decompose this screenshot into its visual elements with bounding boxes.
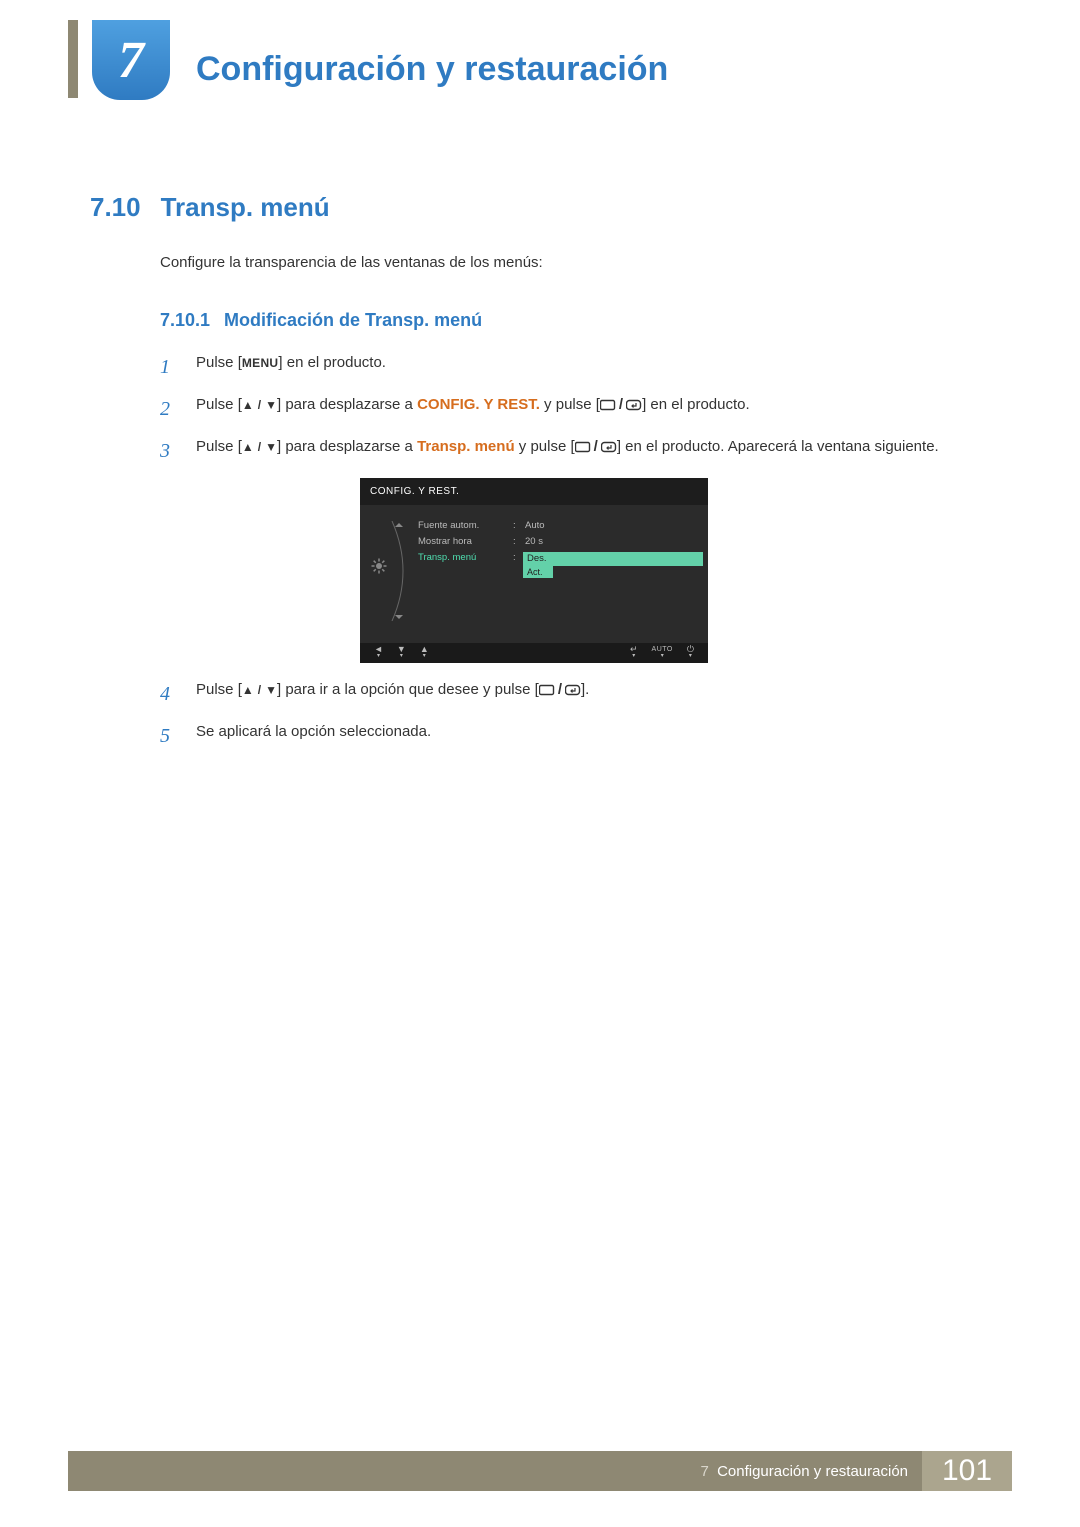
text-fragment: Pulse [ — [196, 438, 242, 455]
colon: : — [513, 551, 523, 565]
osd-arc-decoration — [388, 521, 414, 621]
step-list: 1 Pulse [MENU] en el producto. 2 Pulse [… — [160, 352, 940, 751]
nav-up-icon: ▲▾ — [420, 646, 429, 660]
enter-keys-icon: / — [600, 394, 642, 417]
step-number: 5 — [160, 721, 178, 751]
osd-footer-right: ↵▾ AUTO▾ ⏻▾ — [630, 646, 694, 660]
osd-title: CONFIG. Y REST. — [360, 478, 708, 505]
osd-dropdown-other: Act. — [523, 566, 553, 578]
osd-footer: ◄▾ ▼▾ ▲▾ ↵▾ AUTO▾ ⏻▾ — [360, 643, 708, 663]
osd-row-value: Auto — [523, 519, 703, 533]
chapter-number: 7 — [118, 31, 144, 90]
step-item: 1 Pulse [MENU] en el producto. — [160, 352, 940, 382]
osd-dropdown-selected: Des. — [523, 552, 703, 566]
section-intro: Configure la transparencia de las ventan… — [160, 252, 940, 275]
step-number: 2 — [160, 394, 178, 424]
osd-row-label: Fuente autom. — [418, 519, 513, 533]
osd-row-label: Mostrar hora — [418, 535, 513, 549]
osd-screenshot-item: CONFIG. Y REST. Fuente autom. : — [160, 478, 940, 663]
subsection-number: 7.10.1 — [160, 307, 210, 334]
enter-icon: ↵▾ — [630, 646, 638, 660]
text-fragment: y pulse [ — [540, 396, 600, 413]
step-number: 1 — [160, 352, 178, 382]
colon: : — [513, 535, 523, 549]
text-fragment: ] en el producto. Aparecerá la ventana s… — [617, 438, 939, 455]
step-text: Pulse [MENU] en el producto. — [196, 352, 940, 375]
step-item: 4 Pulse [▲/▼] para ir a la opción que de… — [160, 679, 940, 709]
osd-row-label: Transp. menú — [418, 551, 513, 565]
step-number: 4 — [160, 679, 178, 709]
osd-row: Mostrar hora : 20 s — [418, 535, 703, 551]
osd-row-active: Transp. menú : Des. Act. — [418, 551, 703, 567]
text-fragment: Pulse [ — [196, 396, 242, 413]
step-text: Pulse [▲/▼] para desplazarse a Transp. m… — [196, 436, 940, 459]
page-number: 101 — [922, 1451, 1012, 1491]
step-text: Pulse [▲/▼] para ir a la opción que dese… — [196, 679, 940, 702]
page-footer: 7 Configuración y restauración 101 — [68, 1451, 1012, 1491]
text-fragment: y pulse [ — [515, 438, 575, 455]
power-icon: ⏻▾ — [687, 646, 694, 660]
highlight-text: CONFIG. Y REST. — [417, 396, 540, 413]
subsection-title: Modificación de Transp. menú — [224, 307, 482, 334]
highlight-text: Transp. menú — [417, 438, 515, 455]
step-text: Pulse [▲/▼] para desplazarse a CONFIG. Y… — [196, 394, 940, 417]
enter-keys-icon: / — [575, 436, 617, 459]
osd-footer-left: ◄▾ ▼▾ ▲▾ — [374, 646, 429, 660]
footer-chapter-number: 7 — [701, 1463, 709, 1480]
section-heading: 7.10 Transp. menú — [90, 192, 330, 223]
enter-keys-icon: / — [539, 679, 581, 702]
menu-key-label: MENU — [242, 356, 279, 370]
nav-left-icon: ◄▾ — [374, 646, 383, 660]
osd-list: Fuente autom. : Auto Mostrar hora : 20 s… — [414, 515, 703, 567]
osd-row: Fuente autom. : Auto — [418, 519, 703, 535]
up-down-icon: ▲/▼ — [242, 681, 277, 699]
section-title: Transp. menú — [161, 192, 330, 223]
osd-row-value: 20 s — [523, 535, 703, 549]
footer-chapter-ref: 7 Configuración y restauración — [701, 1463, 908, 1480]
text-fragment: Pulse [ — [196, 681, 242, 698]
section-number: 7.10 — [90, 192, 141, 223]
osd-body: Fuente autom. : Auto Mostrar hora : 20 s… — [360, 505, 708, 643]
text-fragment: Pulse [ — [196, 354, 242, 371]
nav-down-icon: ▼▾ — [397, 646, 406, 660]
chapter-title: Configuración y restauración — [196, 50, 668, 89]
gear-icon — [370, 557, 388, 575]
step-item: 5 Se aplicará la opción seleccionada. — [160, 721, 940, 751]
osd-panel: CONFIG. Y REST. Fuente autom. : — [360, 478, 708, 663]
up-down-icon: ▲/▼ — [242, 438, 277, 456]
subsection-heading: 7.10.1 Modificación de Transp. menú — [160, 307, 940, 334]
text-fragment: ] en el producto. — [642, 396, 750, 413]
colon: : — [513, 519, 523, 533]
text-fragment: ] para ir a la opción que desee y pulse … — [277, 681, 539, 698]
body-content: Configure la transparencia de las ventan… — [160, 252, 940, 763]
chapter-tab: 7 — [92, 20, 170, 100]
auto-label: AUTO▾ — [652, 646, 673, 660]
page: 7 Configuración y restauración 7.10 Tran… — [0, 0, 1080, 1527]
footer-chapter-title: Configuración y restauración — [717, 1463, 908, 1480]
step-number: 3 — [160, 436, 178, 466]
text-fragment: ] en el producto. — [278, 354, 386, 371]
side-accent-bar — [68, 20, 78, 98]
osd-dropdown: Des. Act. — [523, 552, 703, 566]
step-item: 2 Pulse [▲/▼] para desplazarse a CONFIG.… — [160, 394, 940, 424]
footer-bar: 7 Configuración y restauración — [68, 1451, 922, 1491]
text-fragment: ] para desplazarse a — [277, 438, 417, 455]
step-text: Se aplicará la opción seleccionada. — [196, 721, 940, 744]
text-fragment: ]. — [581, 681, 589, 698]
step-item: 3 Pulse [▲/▼] para desplazarse a Transp.… — [160, 436, 940, 466]
up-down-icon: ▲/▼ — [242, 396, 277, 414]
text-fragment: ] para desplazarse a — [277, 396, 417, 413]
